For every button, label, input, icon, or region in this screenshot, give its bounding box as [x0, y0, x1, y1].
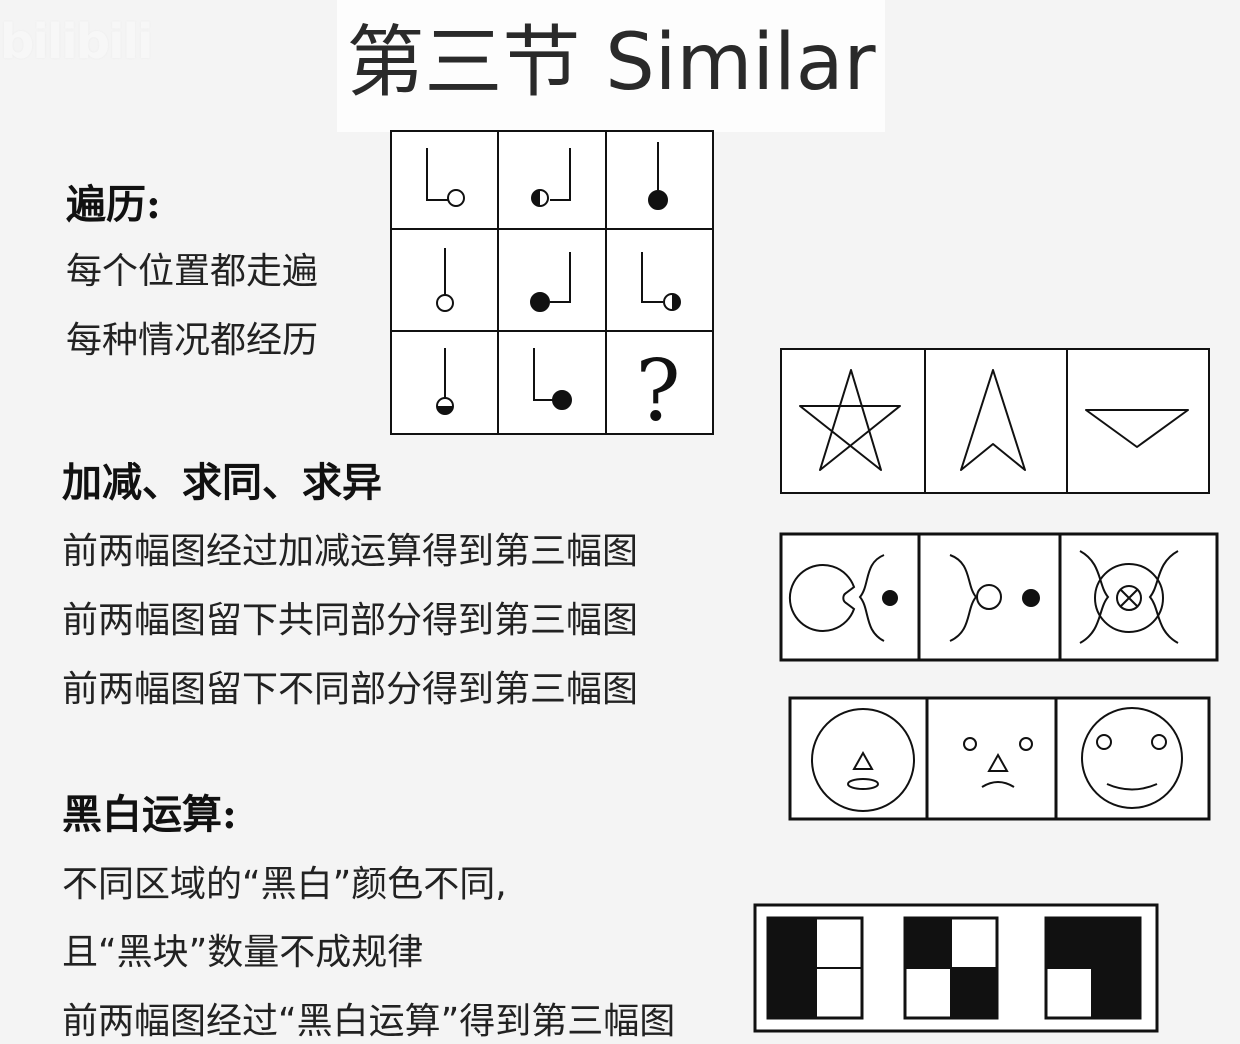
heading-black-white: 黑白运算: — [62, 791, 237, 838]
traverse-puzzle-grid: ? — [390, 130, 714, 440]
bilibili-watermark: bilibili — [0, 14, 153, 70]
heading-traverse: 遍历: — [66, 181, 161, 228]
block-figure-3 — [1044, 916, 1142, 1020]
block-figure-1 — [766, 916, 864, 1020]
addsub-line-3: 前两幅图留下不同部分得到第三幅图 — [62, 669, 639, 710]
shapes-panel-circles-brackets — [779, 532, 1219, 662]
bw-line-2: 且“黑块”数量不成规律 — [62, 932, 424, 973]
traverse-line-1: 每个位置都走遍 — [66, 251, 319, 292]
bw-line-1: 不同区域的“黑白”颜色不同, — [62, 864, 507, 905]
shapes-panel-star-arrow-triangle — [780, 348, 1210, 494]
bw-line-3: 前两幅图经过“黑白运算”得到第三幅图 — [62, 1001, 676, 1042]
page-title: 第三节 Similar — [346, 18, 876, 108]
shapes-panel-black-white-blocks — [753, 903, 1159, 1033]
addsub-line-1: 前两幅图经过加减运算得到第三幅图 — [62, 531, 639, 572]
shapes-panel-faces — [788, 696, 1211, 821]
traverse-line-2: 每种情况都经历 — [66, 320, 319, 361]
question-mark: ? — [635, 342, 680, 440]
addsub-line-2: 前两幅图留下共同部分得到第三幅图 — [62, 600, 639, 641]
heading-add-subtract: 加减、求同、求异 — [62, 459, 382, 506]
block-figure-2 — [903, 916, 999, 1020]
